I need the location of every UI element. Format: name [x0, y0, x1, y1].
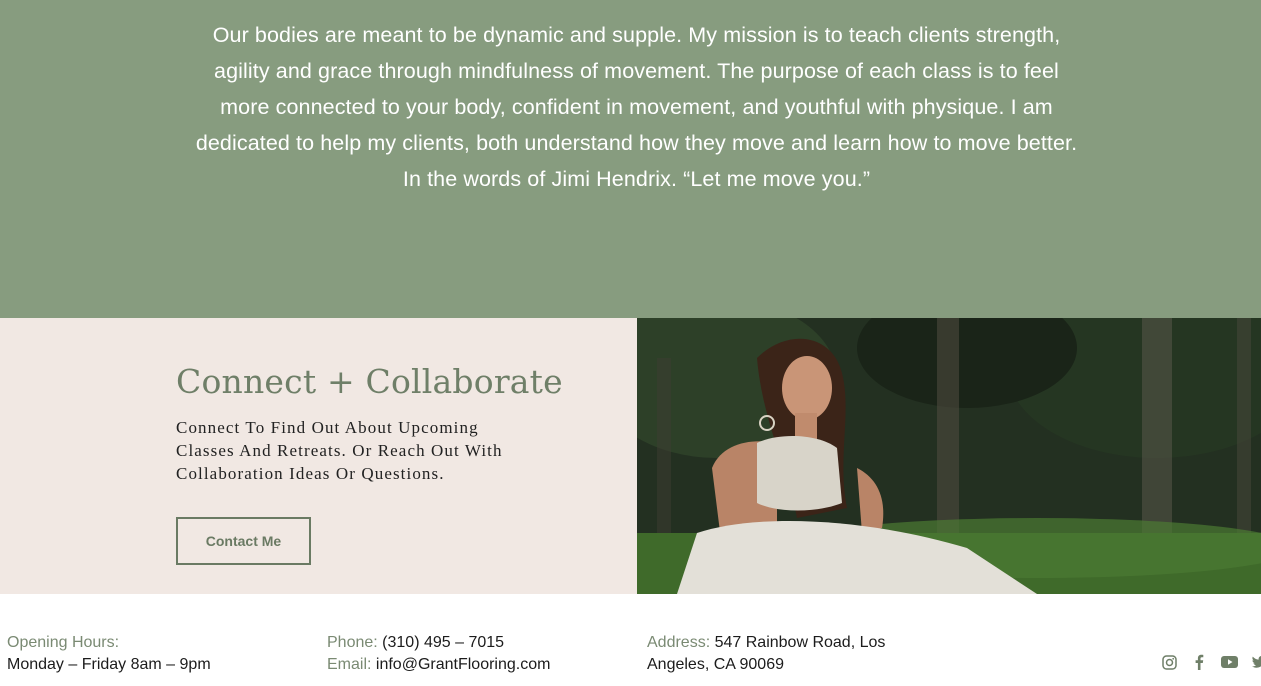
phone-value[interactable]: (310) 495 – 7015: [382, 634, 504, 651]
address-value-2: Angeles, CA 90069: [647, 656, 784, 673]
phone-label: Phone:: [327, 634, 378, 651]
address-label: Address:: [647, 634, 711, 651]
connect-heading: Connect + Collaborate: [176, 362, 563, 401]
email-label: Email:: [327, 656, 372, 673]
site-footer: Opening Hours: Monday – Friday 8am – 9pm…: [0, 594, 1261, 686]
yoga-photo: [637, 318, 1261, 594]
phone-line: Phone: (310) 495 – 7015: [327, 632, 550, 654]
connect-subtext: Connect To Find Out About Upcoming Class…: [176, 418, 503, 483]
hours-value: Monday – Friday 8am – 9pm: [7, 656, 211, 673]
hours-label: Opening Hours:: [7, 634, 120, 651]
email-line: Email: info@GrantFlooring.com: [327, 654, 550, 676]
social-links: [1160, 654, 1261, 670]
address-value-1: 547 Rainbow Road, Los: [714, 634, 886, 651]
email-value[interactable]: info@GrantFlooring.com: [376, 656, 551, 673]
facebook-icon[interactable]: [1190, 654, 1208, 670]
mission-statement: Our bodies are meant to be dynamic and s…: [195, 23, 1078, 191]
twitter-icon[interactable]: [1250, 654, 1261, 670]
youtube-icon[interactable]: [1220, 654, 1238, 670]
footer-contact: Phone: (310) 495 – 7015 Email: info@Gran…: [327, 632, 550, 676]
address-line-1: Address: 547 Rainbow Road, Los: [647, 632, 885, 654]
connect-section: Connect + Collaborate Connect To Find Ou…: [0, 318, 637, 594]
mission-section: Our bodies are meant to be dynamic and s…: [0, 0, 1261, 318]
footer-hours: Opening Hours: Monday – Friday 8am – 9pm: [7, 632, 211, 676]
footer-address: Address: 547 Rainbow Road, Los Angeles, …: [647, 632, 885, 676]
instagram-icon[interactable]: [1160, 654, 1178, 670]
contact-me-button[interactable]: Contact Me: [176, 517, 311, 565]
